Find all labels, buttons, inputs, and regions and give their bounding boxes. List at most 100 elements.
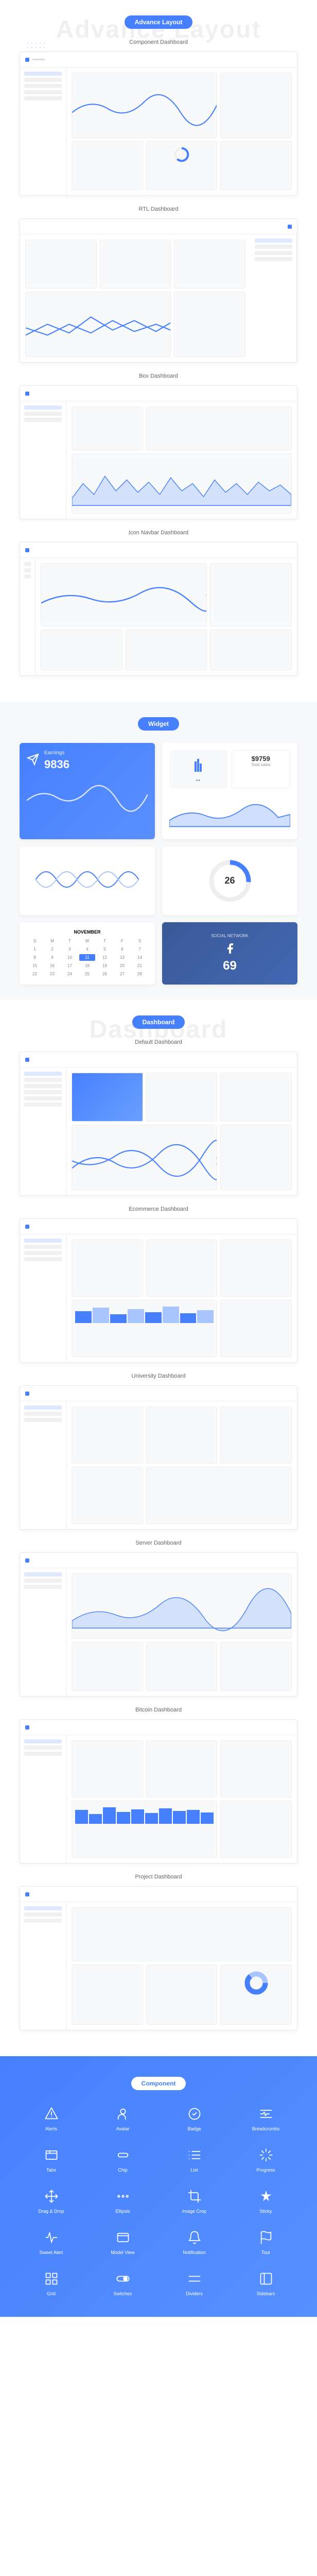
- sales-widget: ·· $9759Total sales: [162, 743, 297, 839]
- wave-chart: [27, 854, 148, 905]
- gauge-widget: 26: [162, 846, 297, 915]
- divider-icon: [186, 2270, 203, 2287]
- ecommerce-dashboard-preview: [20, 1218, 297, 1363]
- sidebar-icon: [258, 2270, 274, 2287]
- component-item-grid: Grid: [20, 2270, 83, 2296]
- component-name: Alerts: [20, 2126, 83, 2131]
- component-name: Badge: [163, 2126, 226, 2131]
- component-name: Notification: [163, 2250, 226, 2255]
- dashboard-title: Default Dashboard: [10, 1039, 307, 1045]
- social-widget: SOCIAL NETWORK 69: [162, 922, 297, 985]
- advance-layout-section: Advance Layout Advance Layout Component …: [0, 0, 317, 702]
- component-dashboard-preview: [20, 52, 297, 196]
- component-label: Component: [131, 2077, 186, 2090]
- dashboard-title: Icon Navbar Dashboard: [10, 530, 307, 536]
- sticky-icon: [258, 2188, 274, 2205]
- dashboard-title: University Dashboard: [10, 1373, 307, 1379]
- component-name: Switches: [91, 2291, 154, 2296]
- social-label: SOCIAL NETWORK: [211, 934, 248, 938]
- model-icon: [115, 2229, 131, 2246]
- component-item-crop: Image Crop: [163, 2188, 226, 2214]
- sweet-icon: [43, 2229, 60, 2246]
- component-item-sticky: Sticky: [234, 2188, 297, 2214]
- component-item-model: Model View: [91, 2229, 154, 2255]
- dashboard-title: Box Dashboard: [10, 373, 307, 379]
- component-item-alert: Alerts: [20, 2106, 83, 2131]
- dashboard-label: Dashboard: [132, 1015, 185, 1029]
- component-name: Dividers: [163, 2291, 226, 2296]
- component-item-avatar: Avatar: [91, 2106, 154, 2131]
- breadcrumb-icon: [258, 2106, 274, 2122]
- drag-icon: [43, 2188, 60, 2205]
- earnings-value: 9836: [27, 758, 148, 771]
- alert-icon: [43, 2106, 60, 2122]
- component-item-drag: Drag & Drop: [20, 2188, 83, 2214]
- list-icon: [186, 2147, 203, 2163]
- component-name: Sweet Alert: [20, 2250, 83, 2255]
- component-item-divider: Dividers: [163, 2270, 226, 2296]
- component-item-notif: Notification: [163, 2229, 226, 2255]
- icon-navbar-dashboard-preview: [20, 542, 297, 676]
- component-item-list: List: [163, 2147, 226, 2173]
- ellipsis-icon: [115, 2188, 131, 2205]
- component-name: Ellipsis: [91, 2209, 154, 2214]
- component-name: Grid: [20, 2291, 83, 2296]
- component-item-ellipsis: Ellipsis: [91, 2188, 154, 2214]
- facebook-icon: [224, 942, 236, 955]
- dashboard-title: Ecommerce Dashboard: [10, 1206, 307, 1212]
- sales-value: $9759: [236, 755, 286, 762]
- dashboard-title: Server Dashboard: [10, 1540, 307, 1546]
- tour-icon: [258, 2229, 274, 2246]
- switch-icon: [115, 2270, 131, 2287]
- component-item-switch: Switches: [91, 2270, 154, 2296]
- dashboard-title: Component Dashboard: [10, 39, 307, 45]
- component-item-chip: Chip: [91, 2147, 154, 2173]
- sales-label: Total sales: [236, 762, 286, 767]
- component-name: Image Crop: [163, 2209, 226, 2214]
- component-name: Chip: [91, 2167, 154, 2173]
- university-dashboard-preview: [20, 1385, 297, 1530]
- server-dashboard-preview: [20, 1552, 297, 1697]
- earnings-widget: Earnings 9836: [20, 743, 155, 839]
- bitcoin-dashboard-preview: [20, 1719, 297, 1863]
- grid-icon: [43, 2270, 60, 2287]
- project-dashboard-preview: [20, 1886, 297, 2030]
- tabs-icon: [43, 2147, 60, 2163]
- component-name: Breadcrumbs: [234, 2126, 297, 2131]
- badge-icon: [186, 2106, 203, 2122]
- component-item-progress: Progress: [234, 2147, 297, 2173]
- component-item-tabs: Tabs: [20, 2147, 83, 2173]
- component-item-sweet: Sweet Alert: [20, 2229, 83, 2255]
- calendar-grid: SMTWTFS 1234567 891011121314 15161718192…: [27, 938, 148, 977]
- dashboard-section: Dashboard Dashboard Default Dashboard Ec…: [0, 1000, 317, 2056]
- social-count: 69: [223, 959, 237, 973]
- progress-icon: [258, 2147, 274, 2163]
- component-item-tour: Tour: [234, 2229, 297, 2255]
- widget-section: Widget Widget Earnings 9836 ·· $9759Tota…: [0, 702, 317, 1000]
- component-name: Sidebars: [234, 2291, 297, 2296]
- component-name: Drag & Drop: [20, 2209, 83, 2214]
- component-section: Component Component AlertsAvatarBadgeBre…: [0, 2056, 317, 2317]
- calendar-widget: NOVEMBER SMTWTFS 1234567 891011121314 15…: [20, 922, 155, 985]
- component-name: Sticky: [234, 2209, 297, 2214]
- component-name: Model View: [91, 2250, 154, 2255]
- avatar-icon: [115, 2106, 131, 2122]
- earnings-chart: [27, 776, 148, 812]
- component-name: Progress: [234, 2167, 297, 2173]
- component-name: List: [163, 2167, 226, 2173]
- notif-icon: [186, 2229, 203, 2246]
- dashboard-title: Project Dashboard: [10, 1874, 307, 1880]
- component-item-sidebar: Sidebars: [234, 2270, 297, 2296]
- widget-label: Widget: [138, 717, 179, 731]
- component-item-badge: Badge: [163, 2106, 226, 2131]
- rtl-dashboard-preview: [20, 218, 297, 363]
- default-dashboard-preview: [20, 1052, 297, 1196]
- component-name: Avatar: [91, 2126, 154, 2131]
- calendar-month: NOVEMBER: [27, 929, 148, 935]
- wave-chart-widget: [20, 846, 155, 915]
- advance-layout-label: Advance Layout: [125, 15, 193, 29]
- box-dashboard-preview: [20, 385, 297, 519]
- component-item-breadcrumb: Breadcrumbs: [234, 2106, 297, 2131]
- crop-icon: [186, 2188, 203, 2205]
- chip-icon: [115, 2147, 131, 2163]
